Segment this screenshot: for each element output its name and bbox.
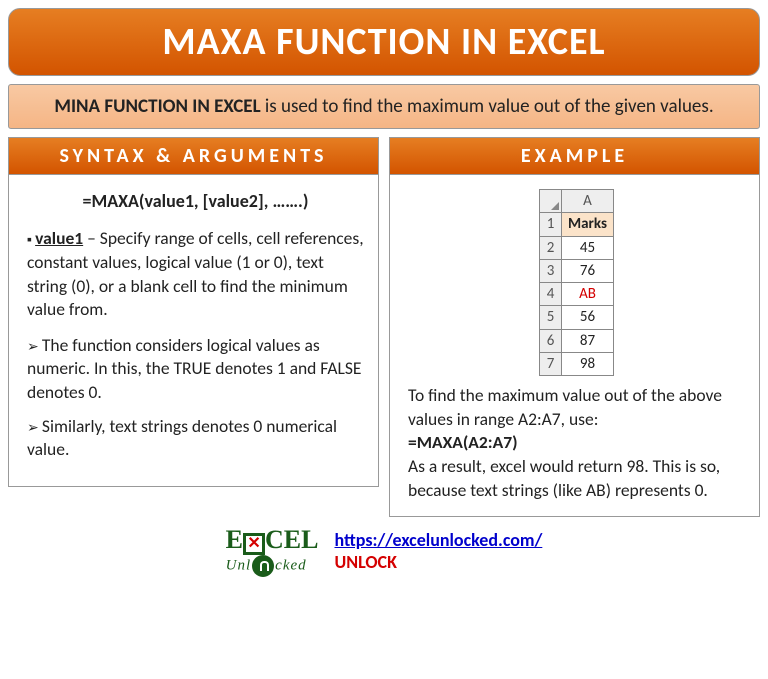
syntax-notes-list: The function considers logical values as… bbox=[27, 334, 364, 462]
arg-name: value1 bbox=[35, 227, 83, 249]
syntax-body: =MAXA(value1, [value2], …….) value1 – Sp… bbox=[8, 175, 379, 487]
row-num: 6 bbox=[540, 329, 562, 352]
logo-cel: CEL bbox=[265, 525, 318, 554]
cell-value: 76 bbox=[562, 259, 614, 282]
syntax-header: SYNTAX & ARGUMENTS bbox=[8, 137, 379, 175]
footer-tag: UNLOCK bbox=[334, 551, 396, 573]
syntax-arg-item: value1 – Specify range of cells, cell re… bbox=[27, 227, 364, 322]
page-title-banner: MAXA FUNCTION IN EXCEL bbox=[8, 8, 760, 76]
example-column: EXAMPLE A 1Marks 245 376 4AB 556 687 798… bbox=[389, 137, 760, 517]
intro-description: MINA FUNCTION IN EXCEL is used to find t… bbox=[8, 84, 760, 129]
footer-links: https://excelunlocked.com/ UNLOCK bbox=[334, 529, 542, 573]
logo-subtitle: Unlcked bbox=[226, 555, 319, 577]
row-num: 3 bbox=[540, 259, 562, 282]
row-num: 2 bbox=[540, 236, 562, 259]
table-corner bbox=[540, 190, 562, 213]
site-link[interactable]: https://excelunlocked.com/ bbox=[334, 529, 542, 551]
brand-logo: E✕CEL Unlcked bbox=[226, 525, 319, 577]
col-header-a: A bbox=[562, 190, 614, 213]
row-num: 7 bbox=[540, 352, 562, 375]
cell-value: 98 bbox=[562, 352, 614, 375]
cell-value-text: AB bbox=[562, 283, 614, 306]
intro-rest: is used to find the maximum value out of… bbox=[261, 95, 714, 118]
intro-strong: MINA FUNCTION IN EXCEL bbox=[54, 95, 260, 118]
logo-x-icon: ✕ bbox=[243, 533, 265, 555]
syntax-column: SYNTAX & ARGUMENTS =MAXA(value1, [value2… bbox=[8, 137, 379, 517]
example-body: A 1Marks 245 376 4AB 556 687 798 To find… bbox=[389, 175, 760, 517]
page-title: MAXA FUNCTION IN EXCEL bbox=[9, 19, 759, 65]
syntax-note: Similarly, text strings denotes 0 numeri… bbox=[27, 415, 364, 462]
row-num: 4 bbox=[540, 283, 562, 306]
syntax-formula: =MAXA(value1, [value2], …….) bbox=[27, 189, 364, 213]
example-text-1: To find the maximum value out of the abo… bbox=[408, 384, 745, 431]
cell-value: 45 bbox=[562, 236, 614, 259]
example-spreadsheet: A 1Marks 245 376 4AB 556 687 798 bbox=[539, 189, 614, 376]
cell-value: 56 bbox=[562, 306, 614, 329]
logo-e: E bbox=[226, 525, 243, 554]
example-formula: =MAXA(A2:A7) bbox=[408, 431, 745, 455]
row-num: 5 bbox=[540, 306, 562, 329]
cell-value: 87 bbox=[562, 329, 614, 352]
example-header: EXAMPLE bbox=[389, 137, 760, 175]
row-num: 1 bbox=[540, 213, 562, 236]
example-text-2: As a result, excel would return 98. This… bbox=[408, 455, 745, 502]
syntax-note: The function considers logical values as… bbox=[27, 334, 364, 405]
lock-icon bbox=[252, 555, 274, 577]
cell-marks-header: Marks bbox=[562, 213, 614, 236]
footer: E✕CEL Unlcked https://excelunlocked.com/… bbox=[8, 525, 760, 577]
